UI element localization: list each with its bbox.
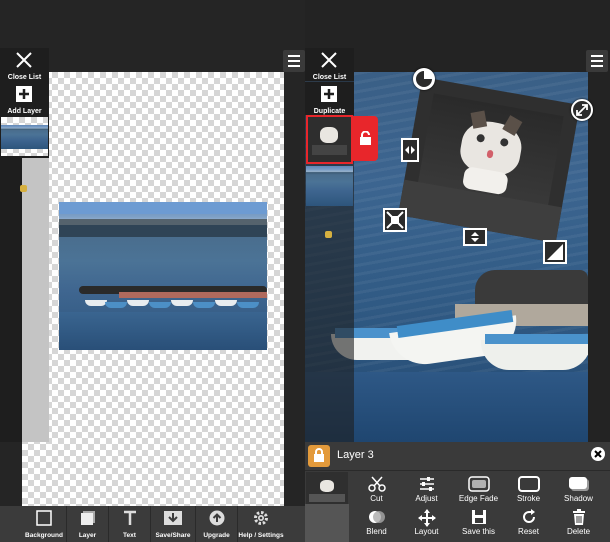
delete-label: Delete xyxy=(566,527,591,536)
flip-horizontal-icon xyxy=(405,146,415,154)
resize-icon xyxy=(576,104,588,116)
text-button[interactable]: Text xyxy=(109,506,150,542)
close-list-button[interactable]: Close List xyxy=(0,48,49,81)
sliders-icon xyxy=(419,477,434,491)
opacity-icon xyxy=(547,244,563,260)
background-button[interactable]: Background xyxy=(22,506,66,542)
reset-tool[interactable]: Reset xyxy=(501,509,556,537)
upgrade-label: Upgrade xyxy=(203,532,230,539)
layer-label: Layer xyxy=(78,532,97,539)
layer-thumbnail-selected[interactable] xyxy=(306,115,353,164)
menu-button[interactable] xyxy=(283,50,305,72)
text-icon xyxy=(123,510,136,525)
reset-label: Reset xyxy=(518,527,539,536)
rotate-handle[interactable] xyxy=(413,68,435,90)
stroke-icon xyxy=(517,476,540,492)
adjust-tool[interactable]: Adjust xyxy=(399,476,454,504)
upgrade-button[interactable]: Upgrade xyxy=(196,506,237,542)
close-icon xyxy=(594,450,602,458)
layout-label: Layout xyxy=(414,527,439,536)
layer-name: Layer 3 xyxy=(337,449,374,461)
shadow-label: Shadow xyxy=(564,494,593,503)
duplicate-icon xyxy=(321,86,337,102)
shadow-tool[interactable]: Shadow xyxy=(551,476,606,504)
menu-button[interactable] xyxy=(586,50,608,72)
close-icon xyxy=(321,52,337,68)
edge-fade-tool[interactable]: Edge Fade xyxy=(451,476,506,504)
harbor-photo-layer[interactable] xyxy=(59,202,267,350)
duplicate-button[interactable]: Duplicate xyxy=(305,82,354,115)
lock-icon xyxy=(20,185,27,192)
save-this-tool[interactable]: Save this xyxy=(451,509,506,537)
stroke-label: Stroke xyxy=(516,494,541,503)
left-screen: Close List Add Layer Background Layer Te… xyxy=(0,0,305,542)
layer-lock-toggle[interactable] xyxy=(353,116,378,161)
duplicate-label: Duplicate xyxy=(313,108,346,115)
adjust-label: Adjust xyxy=(415,494,438,503)
help-settings-label: Help / Settings xyxy=(238,532,284,539)
opacity-handle[interactable] xyxy=(543,240,567,264)
bottom-toolbar: Background Layer Text Save/Share Upgrade… xyxy=(0,506,305,542)
layout-tool[interactable]: Layout xyxy=(399,509,454,537)
cut-tool[interactable]: Cut xyxy=(349,476,404,504)
flip-vertical-icon xyxy=(471,232,479,242)
resize-handle[interactable] xyxy=(571,99,593,121)
blend-icon xyxy=(368,511,385,523)
right-screen: Close List Duplicate Layer 3 Cut Adjust … xyxy=(305,0,610,542)
layer-preview-thumbnail xyxy=(306,472,348,504)
cat-photo-layer[interactable] xyxy=(398,77,580,243)
unlock-icon xyxy=(360,131,371,145)
flip-vertical-handle[interactable] xyxy=(463,228,487,246)
upgrade-icon xyxy=(209,510,224,526)
rotate-icon xyxy=(416,71,432,87)
save-share-button[interactable]: Save/Share xyxy=(151,506,195,542)
close-list-button[interactable]: Close List xyxy=(305,48,354,81)
close-panel-button[interactable] xyxy=(591,447,605,461)
layer-edit-panel: Layer 3 Cut Adjust Edge Fade Stroke Shad… xyxy=(305,442,610,542)
reset-icon xyxy=(522,509,535,523)
scissors-icon xyxy=(367,476,386,492)
help-settings-button[interactable]: Help / Settings xyxy=(238,506,284,542)
save-share-label: Save/Share xyxy=(155,532,191,539)
trash-icon xyxy=(572,509,585,525)
delete-tool[interactable]: Delete xyxy=(551,509,606,537)
add-layer-label: Add Layer xyxy=(7,108,42,115)
gear-icon xyxy=(254,511,268,525)
crop-handle[interactable] xyxy=(383,208,407,232)
close-icon xyxy=(16,52,32,68)
save-share-icon xyxy=(164,511,182,525)
layer-list-panel: Close List Add Layer xyxy=(0,48,49,442)
save-this-label: Save this xyxy=(462,527,495,536)
lock-icon xyxy=(325,231,332,238)
lock-icon xyxy=(314,448,324,462)
move-icon xyxy=(417,509,436,527)
edge-fade-icon xyxy=(467,476,490,492)
blend-tool[interactable]: Blend xyxy=(349,509,404,537)
add-icon xyxy=(16,86,32,102)
transparent-canvas[interactable] xyxy=(22,72,284,506)
flip-horizontal-handle[interactable] xyxy=(401,138,419,162)
edge-fade-label: Edge Fade xyxy=(458,494,499,503)
layer-button[interactable]: Layer xyxy=(67,506,108,542)
layer-icon xyxy=(80,511,95,525)
add-layer-button[interactable]: Add Layer xyxy=(0,82,49,115)
cut-label: Cut xyxy=(370,494,383,503)
text-label: Text xyxy=(123,532,136,539)
layer-lock-button[interactable] xyxy=(308,445,330,467)
layer-thumbnail[interactable] xyxy=(1,117,48,156)
close-list-label: Close List xyxy=(312,74,347,81)
layer-list-panel: Close List Duplicate xyxy=(305,48,354,442)
background-label: Background xyxy=(25,532,63,539)
crop-icon xyxy=(386,211,404,229)
stroke-tool[interactable]: Stroke xyxy=(501,476,556,504)
blend-label: Blend xyxy=(366,527,387,536)
close-list-label: Close List xyxy=(7,74,42,81)
shadow-icon xyxy=(568,477,589,491)
floppy-icon xyxy=(471,510,486,524)
layer-list-scroll[interactable] xyxy=(22,158,49,442)
background-icon xyxy=(36,510,52,526)
layer-thumbnail[interactable] xyxy=(306,166,353,206)
